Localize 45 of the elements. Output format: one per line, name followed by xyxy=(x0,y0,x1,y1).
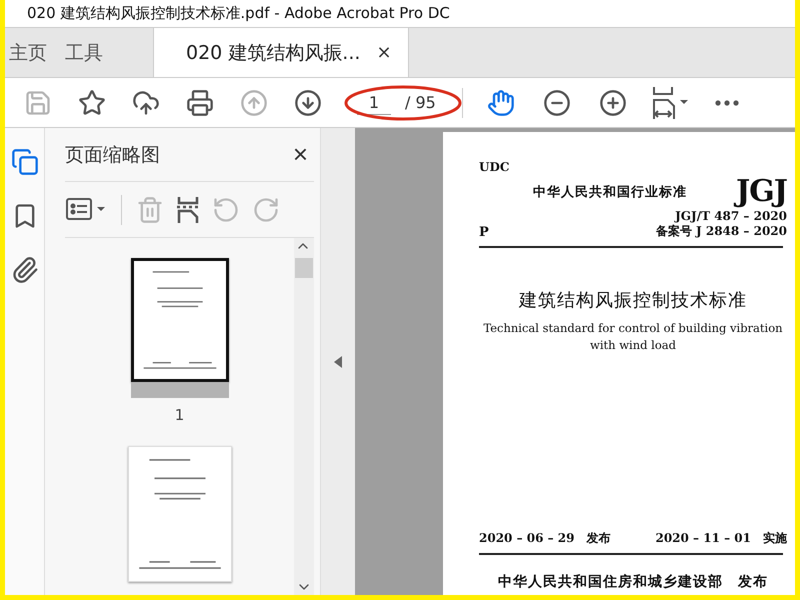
issuer-text: 中华人民共和国行业标准 xyxy=(533,184,687,200)
close-tab-button[interactable]: × xyxy=(376,42,392,63)
save-icon xyxy=(24,88,52,116)
scrollbar-thumb[interactable] xyxy=(295,258,313,278)
page-thumbnail[interactable] xyxy=(130,258,228,382)
list-options-icon xyxy=(65,196,107,222)
nav-tab[interactable]: 主页 xyxy=(5,28,61,77)
rotate-left-icon xyxy=(212,196,240,224)
publisher-text: 中华人民共和国住房和城乡建设部 发布 xyxy=(497,573,769,591)
hand-icon xyxy=(486,88,515,116)
close-panel-button[interactable]: × xyxy=(292,139,308,170)
nav-tab[interactable]: 工具 xyxy=(61,28,117,77)
record-number: 备案号 J 2848 – 2020 xyxy=(656,223,787,240)
pages-panel-button[interactable] xyxy=(10,148,38,176)
category-label: P xyxy=(479,225,489,240)
insert-button[interactable] xyxy=(176,196,200,224)
page-number-field[interactable]: 1 xyxy=(357,90,391,114)
up-arrow-circle-icon xyxy=(240,88,268,116)
zoom-out-icon xyxy=(542,88,571,116)
document-title: 建筑结构风振控制技术标准 xyxy=(518,289,748,312)
rotate-right-icon xyxy=(252,196,280,224)
insert-page-icon xyxy=(176,196,200,224)
paperclip-icon xyxy=(10,256,38,284)
trash-icon xyxy=(136,196,164,224)
standard-code: JGJ/T 487 – 2020 xyxy=(675,209,787,223)
collapse-panel-icon[interactable] xyxy=(334,356,342,368)
page-number-label: 1 xyxy=(174,406,184,424)
cloud-upload-icon xyxy=(132,88,160,116)
down-arrow-circle-icon xyxy=(294,88,322,116)
page-count: / 95 xyxy=(405,93,436,112)
zoom-in-icon xyxy=(598,88,627,116)
panel-title: 页面缩略图 xyxy=(65,142,160,168)
options-button[interactable] xyxy=(65,196,107,222)
more-icon xyxy=(714,100,739,106)
star-icon xyxy=(78,88,106,116)
attachments-panel-button[interactable] xyxy=(10,256,38,284)
issue-date: 2020 – 06 – 29 发布 xyxy=(479,530,611,547)
scrollbar[interactable] xyxy=(294,238,314,595)
printer-icon xyxy=(186,88,214,116)
effective-date: 2020 – 11 – 01 实施 xyxy=(655,530,787,547)
udc-label: UDC xyxy=(479,160,510,174)
document-tab[interactable]: 020 建筑结构风振... × xyxy=(153,28,409,77)
document-subtitle: Technical standard for control of building vibration with wind load xyxy=(483,320,783,354)
pages-icon xyxy=(10,148,38,176)
jgj-logo: JGJ xyxy=(736,174,787,209)
